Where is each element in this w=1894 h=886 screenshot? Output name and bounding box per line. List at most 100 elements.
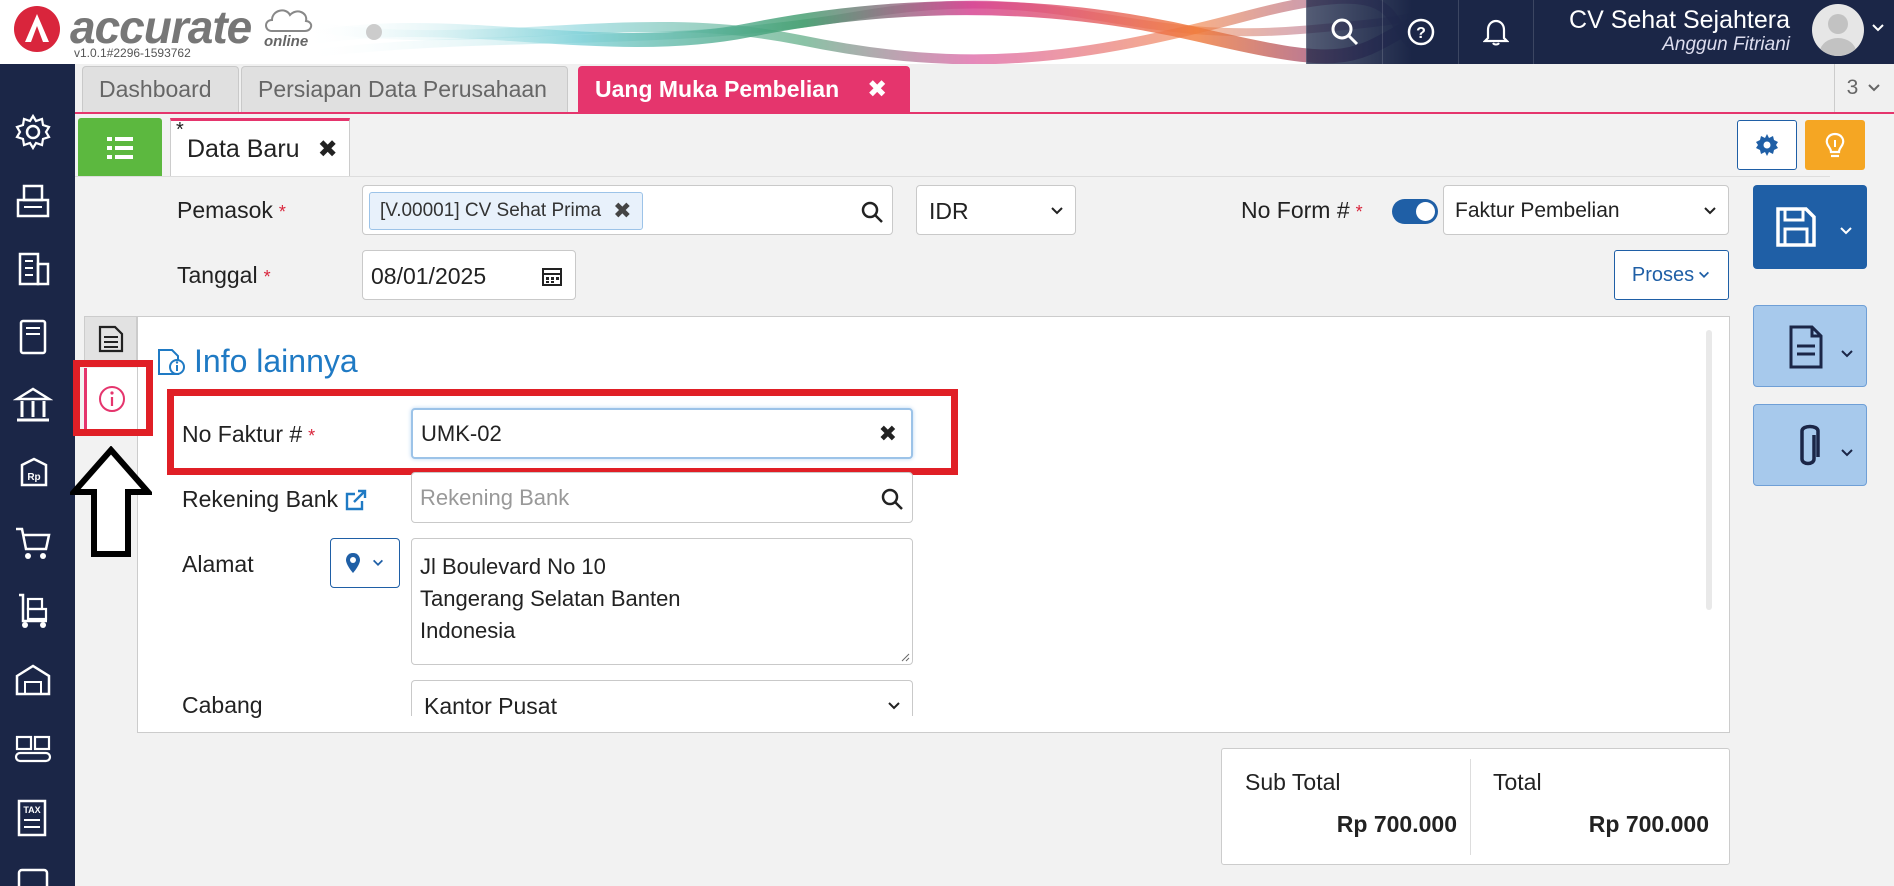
tab-label: Uang Muka Pembelian <box>595 76 840 102</box>
no-form-select[interactable]: Faktur Pembelian <box>1443 185 1729 235</box>
tab-persiapan-data[interactable]: Persiapan Data Perusahaan <box>241 66 568 112</box>
nav-fax[interactable] <box>13 181 53 221</box>
chevron-down-icon <box>888 702 900 710</box>
user-name[interactable]: Anggun Fitriani <box>1662 34 1790 56</box>
nav-reports[interactable] <box>13 864 53 886</box>
up-arrow-annotation-icon <box>70 446 152 557</box>
document-tab-label: Data Baru <box>187 134 300 163</box>
accurate-logo-icon[interactable] <box>14 6 60 52</box>
help-icon: ? <box>1407 18 1434 46</box>
save-button[interactable] <box>1753 185 1867 269</box>
nav-tax[interactable]: TAX <box>13 798 53 838</box>
alamat-line: Indonesia <box>420 618 516 643</box>
nav-inventory[interactable] <box>13 660 53 700</box>
tanggal-value: 08/01/2025 <box>371 263 487 289</box>
nav-settings[interactable] <box>13 112 53 152</box>
chevron-down-icon <box>1699 271 1710 278</box>
resize-handle-icon[interactable] <box>900 652 910 662</box>
totals-summary: Sub Total Rp 700.000 Total Rp 700.000 <box>1221 748 1730 865</box>
info-panel <box>137 316 1730 733</box>
avatar[interactable] <box>1812 4 1864 56</box>
tab-dashboard[interactable]: Dashboard <box>82 66 239 112</box>
app-header: accurate online v1.0.1#2296-1593762 ? CV… <box>0 0 1894 64</box>
proses-label: Proses <box>1631 263 1695 286</box>
no-form-toggle[interactable] <box>1392 199 1438 224</box>
document-actions-button[interactable] <box>1753 305 1867 387</box>
calendar-icon[interactable] <box>541 265 563 287</box>
left-navigation: Rp TAX <box>0 64 75 886</box>
chevron-down-icon <box>1051 207 1063 215</box>
pemasok-field[interactable]: [V.00001] CV Sehat Prima ✖ <box>362 185 893 235</box>
svg-text:?: ? <box>1416 25 1426 42</box>
side-tab-detail[interactable] <box>84 316 137 362</box>
cloud-icon <box>265 9 313 32</box>
attachment-button[interactable] <box>1753 404 1867 486</box>
tanggal-date-field[interactable]: 08/01/2025 <box>362 250 576 300</box>
nav-company[interactable] <box>13 249 53 289</box>
divider <box>75 176 1830 177</box>
tax-document-icon: TAX <box>17 799 47 837</box>
nav-bank[interactable] <box>13 385 53 425</box>
help-button[interactable]: ? <box>1382 0 1458 64</box>
no-faktur-value: UMK-02 <box>421 420 502 446</box>
document-icon <box>1789 325 1823 369</box>
nav-purchase[interactable] <box>13 591 53 631</box>
hand-truck-icon <box>19 593 48 628</box>
close-icon[interactable]: ✖ <box>318 135 338 164</box>
total-label: Total <box>1493 769 1542 795</box>
no-form-value: Faktur Pembelian <box>1455 199 1620 222</box>
nav-sales[interactable] <box>13 523 53 563</box>
tips-button[interactable] <box>1805 120 1865 170</box>
list-view-button[interactable] <box>78 118 162 177</box>
search-icon[interactable] <box>860 200 884 224</box>
currency-select[interactable]: IDR <box>916 185 1076 235</box>
company-name[interactable]: CV Sehat Sejahtera <box>1569 6 1790 35</box>
info-lainnya-title: Info lainnya <box>156 343 358 380</box>
form-settings-button[interactable] <box>1737 120 1797 170</box>
proses-button[interactable]: Proses <box>1614 250 1729 300</box>
module-tab-bar: Dashboard Persiapan Data Perusahaan Uang… <box>75 64 1894 114</box>
no-faktur-label: No Faktur # * <box>182 421 316 447</box>
version-label: v1.0.1#2296-1593762 <box>74 46 191 60</box>
pemasok-chip: [V.00001] CV Sehat Prima ✖ <box>369 192 643 230</box>
header-wave-decoration <box>300 0 1420 64</box>
document-list-icon <box>98 325 123 353</box>
gear-icon <box>15 113 51 151</box>
tab-label: Dashboard <box>99 76 212 102</box>
cart-icon <box>16 527 51 559</box>
chevron-down-icon <box>1841 449 1853 457</box>
cabang-select[interactable]: Kantor Pusat <box>411 680 913 719</box>
tab-count-dropdown[interactable]: 3 <box>1834 64 1894 112</box>
alamat-textarea[interactable]: Jl Boulevard No 10 Tangerang Selatan Ban… <box>411 538 913 665</box>
close-icon[interactable]: ✖ <box>867 75 887 104</box>
chevron-down-icon <box>1868 84 1881 92</box>
notification-button[interactable] <box>1458 0 1534 64</box>
panel-scrollbar[interactable] <box>1706 330 1712 610</box>
tab-uang-muka-pembelian[interactable]: Uang Muka Pembelian ✖ <box>578 66 910 112</box>
svg-text:Rp: Rp <box>27 472 40 483</box>
nav-manufacturing[interactable] <box>13 729 53 769</box>
search-button[interactable] <box>1306 0 1382 64</box>
chevron-down-icon <box>1704 207 1716 215</box>
nav-ledger[interactable] <box>13 317 53 357</box>
total-value: Rp 700.000 <box>1588 811 1709 837</box>
rekening-bank-input[interactable]: Rekening Bank <box>411 472 913 523</box>
external-link-icon[interactable] <box>344 488 368 512</box>
bell-icon <box>1483 19 1509 46</box>
subtotal-label: Sub Total <box>1245 769 1341 795</box>
close-icon[interactable]: ✖ <box>879 421 897 447</box>
search-icon[interactable] <box>880 487 904 511</box>
address-location-button[interactable] <box>330 538 400 588</box>
chevron-down-icon[interactable] <box>1870 20 1886 36</box>
unsaved-marker: * <box>176 119 184 141</box>
cabang-value: Kantor Pusat <box>424 693 557 719</box>
warehouse-icon <box>15 664 51 696</box>
floppy-disk-icon <box>1776 207 1816 247</box>
close-icon[interactable]: ✖ <box>613 198 631 224</box>
document-tab-data-baru[interactable]: * Data Baru ✖ <box>170 118 350 177</box>
info-document-icon <box>158 348 185 375</box>
pemasok-value: [V.00001] CV Sehat Prima <box>380 200 602 221</box>
alamat-line: Tangerang Selatan Banten <box>420 586 681 611</box>
nav-payable[interactable]: Rp <box>13 454 53 494</box>
no-faktur-input[interactable]: UMK-02 ✖ <box>411 408 913 459</box>
